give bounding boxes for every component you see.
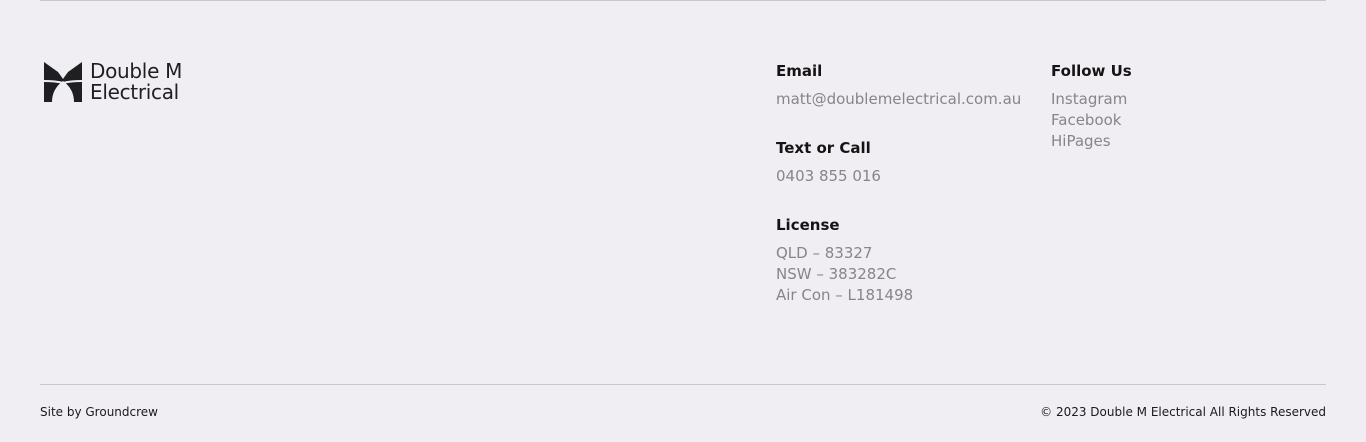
- email-link[interactable]: matt@doublemelectrical.com.au: [776, 89, 1021, 110]
- social-heading: Follow Us: [1051, 62, 1132, 80]
- license-air-con: Air Con – L181498: [776, 286, 914, 304]
- site-credit-link[interactable]: Site by Groundcrew: [40, 404, 158, 420]
- brand-name-line-2: Electrical: [90, 80, 179, 104]
- brand-wordmark: Double M Electrical: [90, 61, 182, 103]
- bottom-divider: [40, 384, 1326, 385]
- copyright-notice: © 2023 Double M Electrical All Rights Re…: [1040, 405, 1326, 419]
- instagram-link[interactable]: Instagram: [1051, 89, 1132, 110]
- top-divider: [40, 0, 1326, 1]
- phone-heading: Text or Call: [776, 139, 871, 157]
- contact-column: Email matt@doublemelectrical.com.au Text…: [776, 62, 1021, 306]
- license-qld: QLD – 83327: [776, 244, 873, 262]
- social-column: Follow Us Instagram Facebook HiPages: [1051, 62, 1132, 152]
- email-block: Email matt@doublemelectrical.com.au: [776, 62, 1021, 110]
- brand-logo[interactable]: Double M Electrical: [44, 61, 182, 103]
- hipages-link[interactable]: HiPages: [1051, 131, 1132, 152]
- brand-name-line-1: Double M: [90, 59, 183, 83]
- social-block: Follow Us Instagram Facebook HiPages: [1051, 62, 1132, 152]
- double-m-logo-icon: [44, 62, 82, 102]
- phone-block: Text or Call 0403 855 016: [776, 139, 1021, 187]
- license-nsw: NSW – 383282C: [776, 265, 897, 283]
- phone-link[interactable]: 0403 855 016: [776, 166, 1021, 187]
- license-block: License QLD – 83327 NSW – 383282C Air Co…: [776, 216, 1021, 306]
- license-heading: License: [776, 216, 840, 234]
- email-heading: Email: [776, 62, 823, 80]
- facebook-link[interactable]: Facebook: [1051, 110, 1132, 131]
